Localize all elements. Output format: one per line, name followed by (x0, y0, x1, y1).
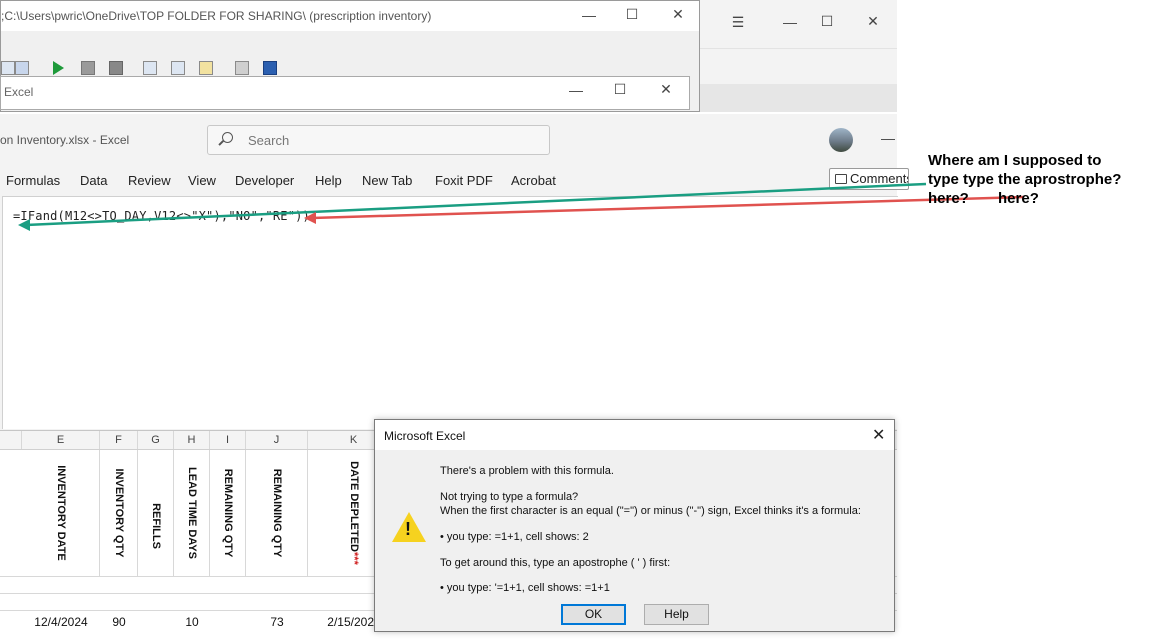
teal-arrowhead (18, 219, 30, 231)
warning-exclamation-icon: ! (405, 519, 411, 539)
annotation-line-3: here? here? (928, 190, 1039, 207)
dialog-title: Microsoft Excel (384, 429, 466, 443)
dialog-message-not-formula: Not trying to type a formula? (440, 491, 579, 503)
red-arrowhead (304, 212, 316, 224)
help-button[interactable]: Help (644, 604, 709, 625)
dialog-message-problem: There's a problem with this formula. (440, 465, 614, 477)
dialog-titlebar: Microsoft Excel ✕ (375, 420, 894, 450)
error-dialog: Microsoft Excel ✕ ! There's a problem wi… (374, 419, 895, 632)
dialog-close-icon[interactable]: ✕ (872, 425, 885, 445)
dialog-example-2: • you type: '=1+1, cell shows: =1+1 (440, 582, 610, 594)
dialog-message-workaround: To get around this, type an apostrophe (… (440, 557, 671, 569)
annotation-line-1: Where am I supposed to (928, 152, 1102, 169)
dialog-message-explanation: When the first character is an equal ("=… (440, 505, 861, 517)
ok-button[interactable]: OK (561, 604, 626, 625)
annotation-line-2: type type the aprostrophe? (928, 171, 1122, 188)
annotation-note: Where am I supposed to type type the apr… (928, 151, 1121, 208)
dialog-example-1: • you type: =1+1, cell shows: 2 (440, 531, 589, 543)
